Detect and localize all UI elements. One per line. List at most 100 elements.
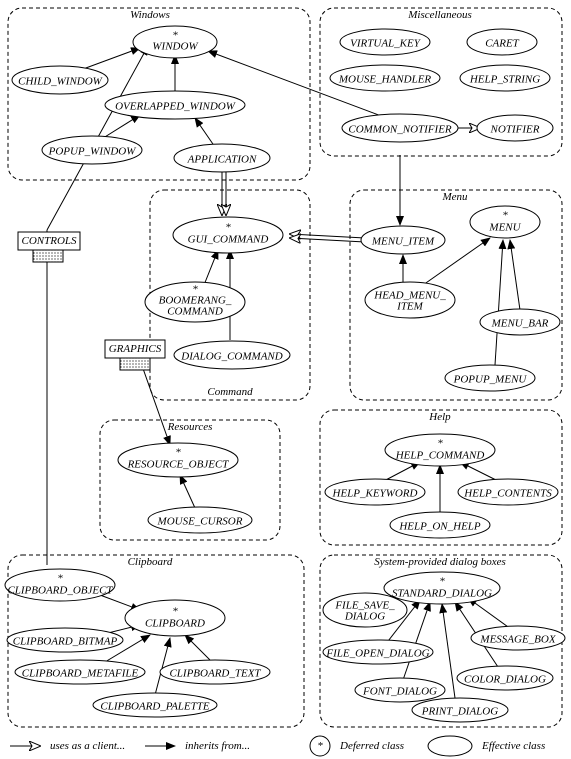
svg-text:FONT_DIALOG: FONT_DIALOG [362, 686, 437, 698]
node-dialog-command: DIALOG_COMMAND [174, 341, 290, 369]
node-mouse-cursor: MOUSE_CURSOR [148, 507, 252, 533]
svg-text:GUI_COMMAND: GUI_COMMAND [188, 234, 269, 246]
svg-text:GRAPHICS: GRAPHICS [109, 343, 162, 355]
svg-text:APPLICATION: APPLICATION [187, 154, 257, 166]
svg-text:CONTROLS: CONTROLS [21, 235, 77, 247]
svg-text:CLIPBOARD_PALETTE: CLIPBOARD_PALETTE [100, 701, 209, 713]
svg-text:HELP_ON_HELP: HELP_ON_HELP [398, 521, 481, 533]
node-menu-bar: MENU_BAR [480, 309, 560, 335]
svg-text:MENU: MENU [488, 222, 521, 234]
svg-text:FILE_OPEN_DIALOG: FILE_OPEN_DIALOG [325, 648, 429, 660]
node-help-command: *HELP_COMMAND [385, 434, 495, 466]
cluster-title-windows: Windows [130, 9, 170, 21]
svg-text:uses as a client...: uses as a client... [50, 740, 125, 752]
svg-text:Deferred class: Deferred class [339, 740, 404, 752]
svg-text:*: * [225, 222, 231, 234]
svg-text:MOUSE_HANDLER: MOUSE_HANDLER [338, 74, 432, 86]
node-clipboard-text: CLIPBOARD_TEXT [160, 660, 270, 684]
cluster-title-sysdlg: System-provided dialog boxes [374, 556, 506, 568]
node-message-box: MESSAGE_BOX [471, 626, 565, 650]
cluster-title-misc: Miscellaneous [407, 9, 472, 21]
svg-text:COMMON_NOTIFIER: COMMON_NOTIFIER [348, 124, 452, 136]
node-resource-object: *RESOURCE_OBJECT [118, 443, 238, 477]
svg-text:CARET: CARET [485, 38, 519, 50]
svg-text:Effective class: Effective class [481, 740, 545, 752]
node-clipboard-bitmap: CLIPBOARD_BITMAP [7, 628, 123, 652]
node-file-open-dialog: FILE_OPEN_DIALOG [323, 640, 433, 664]
svg-text:CLIPBOARD_TEXT: CLIPBOARD_TEXT [169, 668, 261, 680]
node-menu: *MENU [470, 206, 540, 238]
svg-text:HELP_STRING: HELP_STRING [469, 74, 540, 86]
node-gui-command: *GUI_COMMAND [173, 217, 283, 253]
cluster-title-clipboard: Clipboard [128, 556, 173, 568]
cluster-title-command: Command [207, 386, 253, 398]
node-clipboard-object: *CLIPBOARD_OBJECT [5, 569, 115, 601]
svg-text:MESSAGE_BOX: MESSAGE_BOX [479, 634, 556, 646]
controls-image: CONTROLS [18, 232, 80, 262]
node-file-save-dialog: FILE_SAVE_DIALOG [323, 593, 407, 627]
node-font-dialog: FONT_DIALOG [355, 678, 445, 702]
svg-text:ITEM: ITEM [396, 301, 424, 313]
svg-text:CLIPBOARD_OBJECT: CLIPBOARD_OBJECT [7, 585, 113, 597]
svg-text:NOTIFIER: NOTIFIER [490, 124, 540, 136]
node-common-notifier: COMMON_NOTIFIER [342, 114, 458, 142]
node-popup-window: POPUP_WINDOW [42, 136, 142, 164]
svg-text:CHILD_WINDOW: CHILD_WINDOW [18, 76, 103, 88]
node-popup-menu: POPUP_MENU [445, 365, 535, 391]
svg-text:VIRTUAL_KEY: VIRTUAL_KEY [350, 38, 422, 50]
svg-text:MOUSE_CURSOR: MOUSE_CURSOR [157, 516, 243, 528]
svg-text:inherits from...: inherits from... [185, 740, 250, 752]
svg-text:CLIPBOARD: CLIPBOARD [145, 618, 205, 630]
svg-text:PRINT_DIALOG: PRINT_DIALOG [421, 706, 498, 718]
node-help-on-help: HELP_ON_HELP [390, 512, 490, 538]
svg-text:*: * [175, 447, 181, 459]
node-clipboard: *CLIPBOARD [125, 600, 225, 636]
cluster-title-menu: Menu [441, 191, 468, 203]
svg-text:WINDOW: WINDOW [152, 41, 198, 53]
svg-text:CLIPBOARD_METAFILE: CLIPBOARD_METAFILE [22, 668, 139, 680]
node-virtual-key: VIRTUAL_KEY [340, 29, 430, 55]
svg-text:POPUP_WINDOW: POPUP_WINDOW [48, 146, 137, 158]
node-clipboard-metafile: CLIPBOARD_METAFILE [15, 660, 145, 684]
node-child-window: CHILD_WINDOW [12, 66, 108, 94]
svg-text:OVERLAPPED_WINDOW: OVERLAPPED_WINDOW [115, 101, 236, 113]
cluster-title-resources: Resources [167, 421, 213, 433]
svg-text:POPUP_MENU: POPUP_MENU [453, 374, 528, 386]
node-clipboard-palette: CLIPBOARD_PALETTE [93, 693, 217, 717]
legend: uses as a client... inherits from... * D… [10, 736, 545, 756]
graphics-image: GRAPHICS [105, 340, 165, 370]
node-boomerang-command: *BOOMERANG_COMMAND [145, 282, 245, 322]
svg-text:*: * [502, 210, 508, 222]
node-help-keyword: HELP_KEYWORD [325, 479, 425, 505]
cluster-title-help: Help [428, 411, 451, 423]
node-notifier: NOTIFIER [477, 115, 553, 141]
svg-text:HELP_CONTENTS: HELP_CONTENTS [463, 488, 552, 500]
node-standard-dialog: *STANDARD_DIALOG [384, 572, 500, 604]
node-application: APPLICATION [174, 144, 270, 172]
svg-text:RESOURCE_OBJECT: RESOURCE_OBJECT [127, 459, 230, 471]
svg-text:*: * [437, 438, 443, 450]
node-menu-item: MENU_ITEM [361, 226, 445, 254]
svg-text:MENU_BAR: MENU_BAR [491, 318, 549, 330]
svg-text:COMMAND: COMMAND [167, 306, 223, 318]
svg-text:COLOR_DIALOG: COLOR_DIALOG [464, 674, 546, 686]
svg-text:*: * [172, 606, 178, 618]
svg-text:STANDARD_DIALOG: STANDARD_DIALOG [392, 588, 492, 600]
svg-text:DIALOG_COMMAND: DIALOG_COMMAND [180, 351, 282, 363]
svg-text:*: * [317, 740, 323, 752]
node-head-menu-item: HEAD_MENU_ITEM [365, 282, 455, 318]
svg-text:*: * [439, 576, 445, 588]
node-window: *WINDOW [133, 26, 217, 58]
node-mouse-handler: MOUSE_HANDLER [330, 65, 440, 91]
node-print-dialog: PRINT_DIALOG [412, 698, 508, 722]
svg-text:DIALOG: DIALOG [344, 611, 385, 623]
node-caret: CARET [467, 29, 537, 55]
node-help-string: HELP_STRING [460, 65, 550, 91]
node-color-dialog: COLOR_DIALOG [457, 666, 553, 690]
node-overlapped-window: OVERLAPPED_WINDOW [105, 91, 245, 119]
svg-text:CLIPBOARD_BITMAP: CLIPBOARD_BITMAP [13, 636, 118, 648]
svg-text:MENU_ITEM: MENU_ITEM [371, 236, 435, 248]
node-help-contents: HELP_CONTENTS [458, 479, 558, 505]
svg-text:HELP_KEYWORD: HELP_KEYWORD [332, 488, 418, 500]
svg-text:*: * [57, 573, 63, 585]
